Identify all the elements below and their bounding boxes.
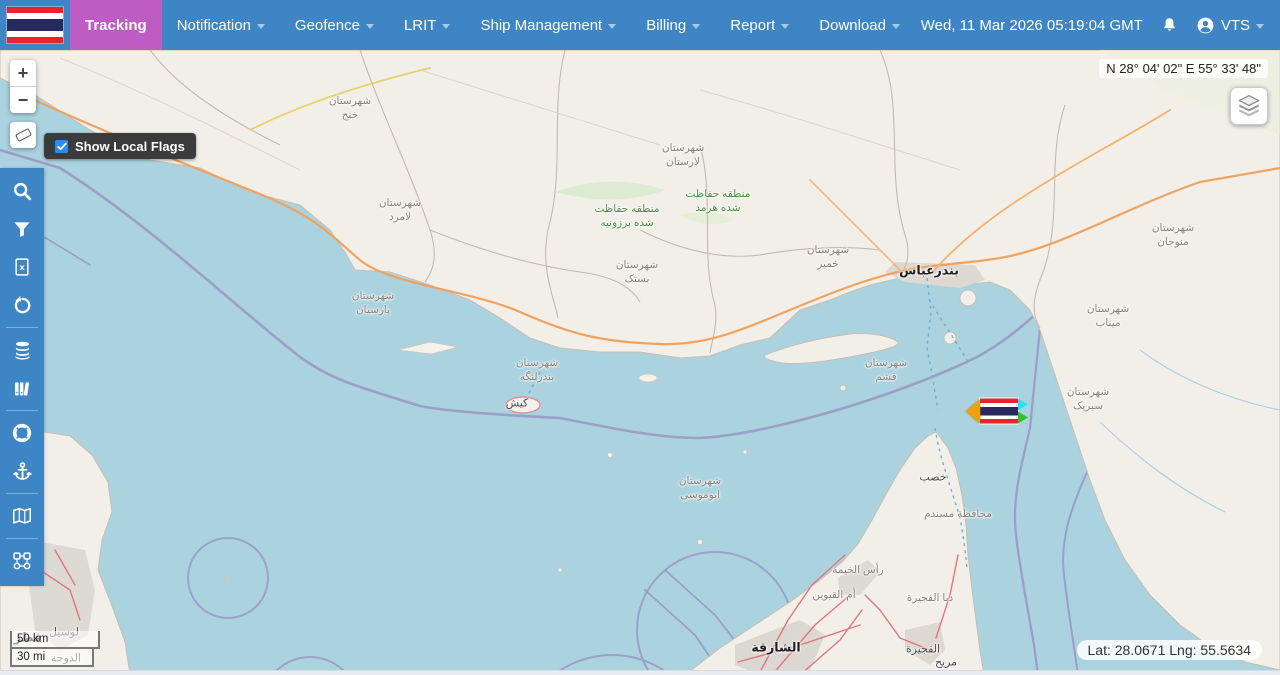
brand-logo[interactable] bbox=[0, 0, 70, 50]
zoom-control: + − bbox=[10, 60, 36, 113]
chevron-down-icon bbox=[892, 24, 900, 29]
anchor-button[interactable] bbox=[0, 452, 44, 490]
chevron-down-icon bbox=[366, 24, 374, 29]
zoom-out-button[interactable]: − bbox=[10, 87, 36, 113]
user-icon bbox=[1196, 16, 1215, 35]
chevron-down-icon bbox=[1256, 24, 1264, 29]
menu-label: Geofence bbox=[295, 17, 360, 34]
history-rotate-icon bbox=[12, 295, 33, 316]
menu-label: Report bbox=[730, 17, 775, 34]
filter-icon bbox=[12, 219, 32, 239]
measure-tool-button[interactable] bbox=[10, 122, 36, 148]
archive-books-icon bbox=[12, 378, 33, 399]
history-button[interactable] bbox=[0, 286, 44, 324]
menu-notification[interactable]: Notification bbox=[162, 0, 280, 50]
thailand-flag-vessel-icon bbox=[980, 399, 1018, 424]
excel-file-icon: x bbox=[12, 257, 32, 277]
filter-button[interactable] bbox=[0, 210, 44, 248]
menu-report[interactable]: Report bbox=[715, 0, 804, 50]
chevron-down-icon bbox=[692, 24, 700, 29]
mouse-coordinates-display: N 28° 04' 02" E 55° 33' 48" bbox=[1099, 59, 1268, 78]
menu-download[interactable]: Download bbox=[804, 0, 915, 50]
user-menu[interactable]: VTS bbox=[1196, 16, 1264, 35]
checkbox-checked-icon[interactable] bbox=[55, 140, 68, 153]
chevron-down-icon bbox=[608, 24, 616, 29]
menu-billing[interactable]: Billing bbox=[631, 0, 715, 50]
chevron-down-icon bbox=[781, 24, 789, 29]
menu-ship-management[interactable]: Ship Management bbox=[465, 0, 631, 50]
workflow-button[interactable] bbox=[0, 542, 44, 580]
menu-lrit[interactable]: LRIT bbox=[389, 0, 466, 50]
map-canvas[interactable]: حاجی آبادشهرستان خنجشهرستان لارستانشهرست… bbox=[0, 50, 1280, 675]
scale-km: 50 km bbox=[10, 631, 100, 649]
vessel-status-green-icon bbox=[1018, 412, 1028, 424]
workflow-icon bbox=[12, 551, 32, 571]
vessel-marker[interactable] bbox=[966, 399, 1028, 424]
layers-control-button[interactable] bbox=[1230, 87, 1268, 125]
scale-mi: 30 mi bbox=[10, 649, 94, 667]
scale-control: 50 km 30 mi bbox=[10, 631, 100, 667]
database-button[interactable] bbox=[0, 331, 44, 369]
menu-label: LRIT bbox=[404, 17, 437, 34]
cursor-latlng-display: Lat: 28.0671 Lng: 55.5634 bbox=[1077, 640, 1262, 660]
show-local-flags-label: Show Local Flags bbox=[75, 139, 185, 154]
menu-label: Tracking bbox=[85, 17, 147, 34]
search-button[interactable] bbox=[0, 172, 44, 210]
menu-label: Download bbox=[819, 17, 886, 34]
vessel-heading-arrow-icon bbox=[966, 399, 980, 423]
map-tool-sidebar: x bbox=[0, 168, 44, 586]
anchor-icon bbox=[12, 461, 33, 482]
excel-export-button[interactable]: x bbox=[0, 248, 44, 286]
chevron-down-icon bbox=[257, 24, 265, 29]
search-icon bbox=[11, 180, 33, 202]
vessel-status-cyan-icon bbox=[1018, 399, 1028, 411]
top-navbar: Tracking Notification Geofence LRIT Ship… bbox=[0, 0, 1280, 50]
folded-map-icon bbox=[11, 505, 33, 527]
zoom-in-button[interactable]: + bbox=[10, 60, 36, 86]
lifebuoy-button[interactable] bbox=[0, 414, 44, 452]
menu-label: Ship Management bbox=[480, 17, 602, 34]
lifebuoy-icon bbox=[11, 422, 33, 444]
menu-label: Notification bbox=[177, 17, 251, 34]
thailand-flag-icon bbox=[7, 7, 63, 43]
main-menu: Tracking Notification Geofence LRIT Ship… bbox=[70, 0, 915, 50]
bell-icon bbox=[1161, 16, 1178, 34]
datetime-display: Wed, 11 Mar 2026 05:19:04 GMT bbox=[921, 17, 1143, 34]
layers-icon bbox=[1236, 93, 1262, 119]
notifications-bell-button[interactable] bbox=[1161, 16, 1178, 34]
user-label: VTS bbox=[1221, 17, 1250, 34]
menu-geofence[interactable]: Geofence bbox=[280, 0, 389, 50]
page-bottom-strip bbox=[0, 670, 1280, 675]
menu-label: Billing bbox=[646, 17, 686, 34]
chevron-down-icon bbox=[442, 24, 450, 29]
database-icon bbox=[12, 340, 33, 361]
svg-text:x: x bbox=[19, 262, 25, 272]
archive-button[interactable] bbox=[0, 369, 44, 407]
show-local-flags-toggle[interactable]: Show Local Flags bbox=[44, 133, 196, 159]
ruler-icon bbox=[15, 128, 32, 142]
map-button[interactable] bbox=[0, 497, 44, 535]
menu-tracking[interactable]: Tracking bbox=[70, 0, 162, 50]
